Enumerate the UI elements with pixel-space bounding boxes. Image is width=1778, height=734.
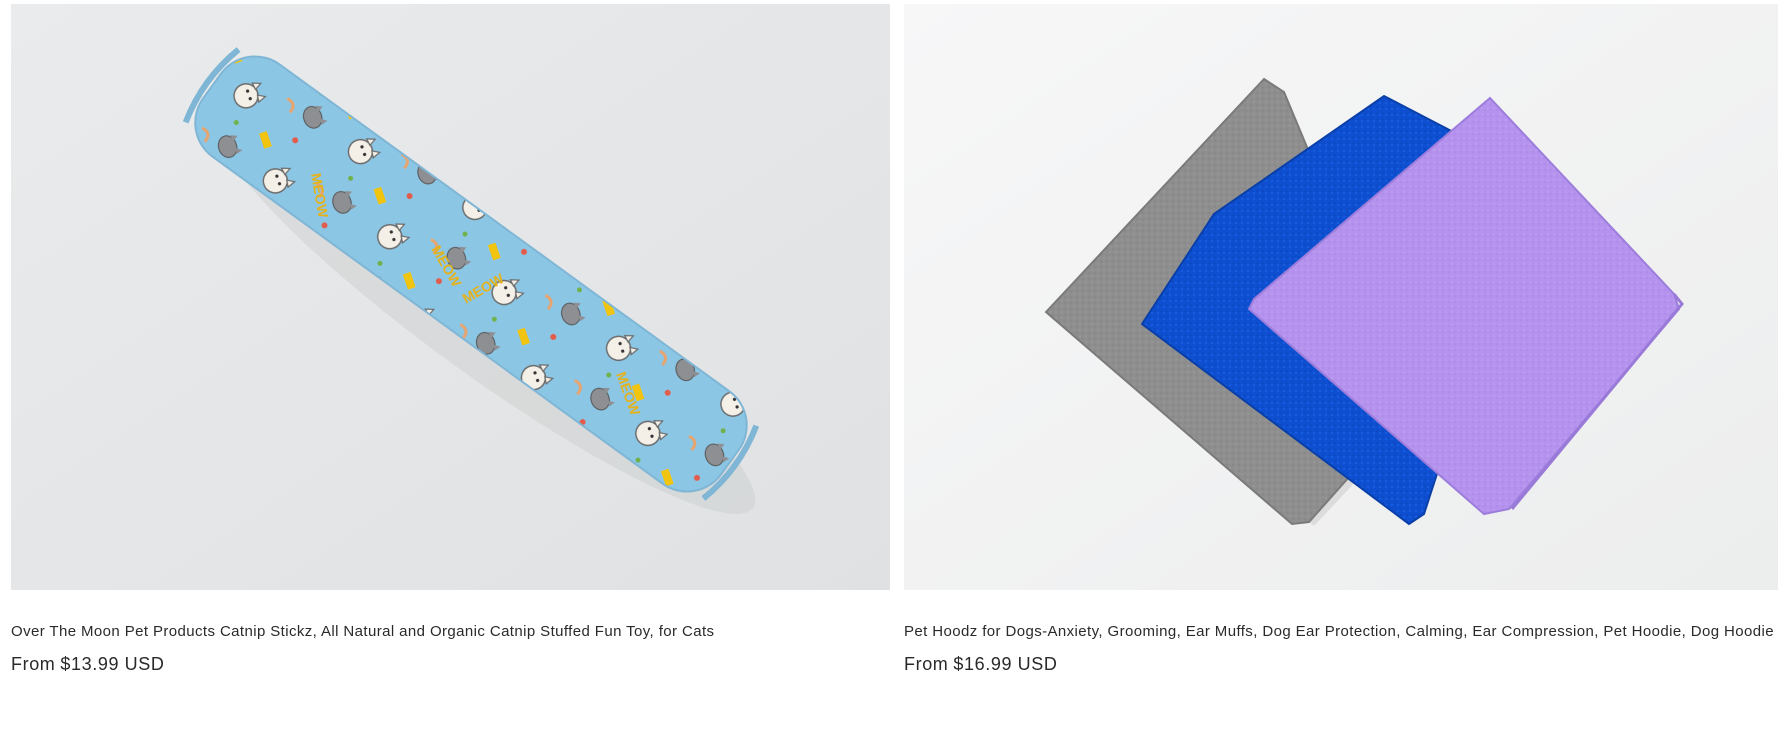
product-image-catnip-stickz[interactable]: MEOW MEOW MEOW MEOW [11, 4, 890, 590]
price-value: $16.99 USD [953, 654, 1058, 674]
product-card-pet-hoodz[interactable]: Pet Hoodz for Dogs-Anxiety, Grooming, Ea… [904, 4, 1778, 675]
price-value: $13.99 USD [60, 654, 165, 674]
catnip-stick-image: MEOW MEOW MEOW MEOW [11, 4, 890, 590]
product-image-pet-hoodz[interactable] [904, 4, 1778, 590]
product-title[interactable]: Over The Moon Pet Products Catnip Stickz… [11, 621, 890, 643]
price-prefix: From [11, 654, 56, 674]
product-title[interactable]: Pet Hoodz for Dogs-Anxiety, Grooming, Ea… [904, 621, 1778, 643]
product-card-catnip-stickz[interactable]: MEOW MEOW MEOW MEOW Over The Moon Pet Pr… [11, 4, 890, 675]
pet-hoodz-image [904, 4, 1778, 590]
price-prefix: From [904, 654, 949, 674]
product-price: From $16.99 USD [904, 654, 1778, 675]
product-price: From $13.99 USD [11, 654, 890, 675]
